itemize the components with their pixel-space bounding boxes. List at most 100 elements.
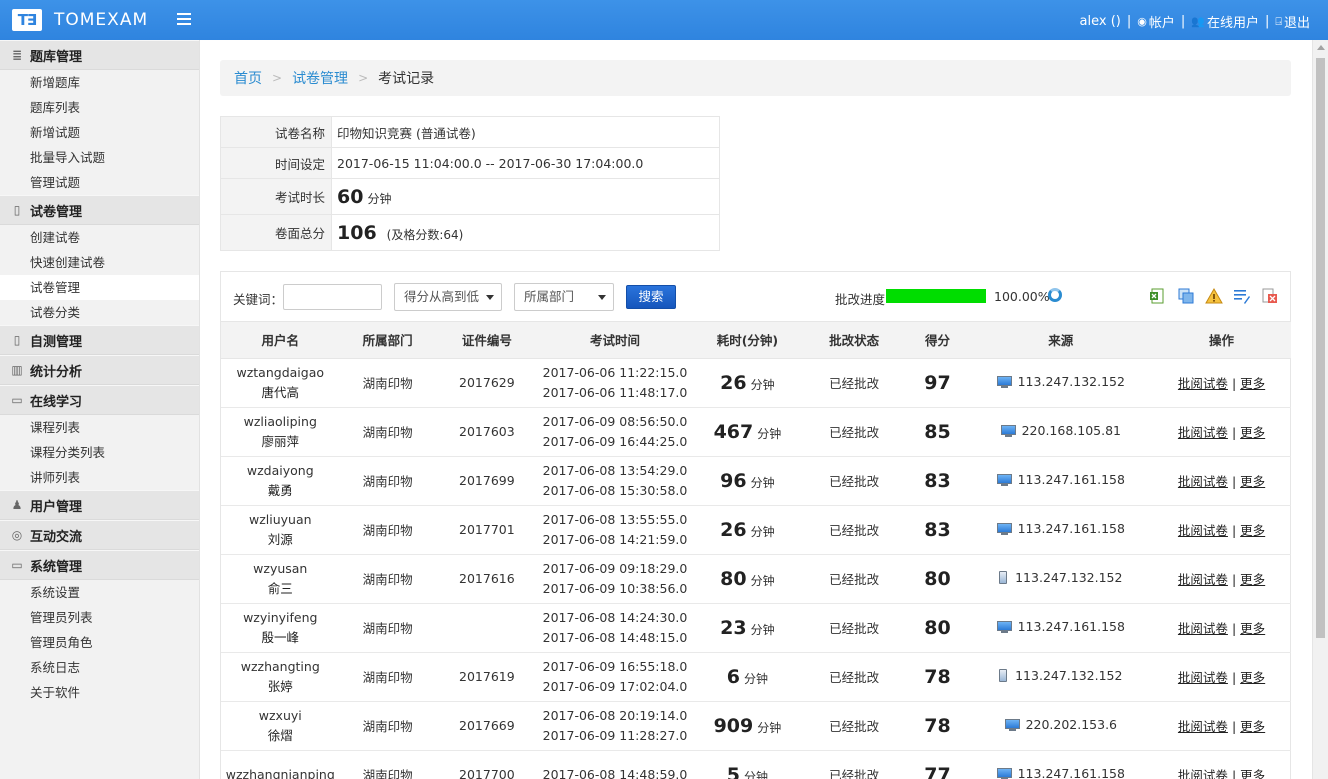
menu-toggle-icon[interactable] (177, 10, 191, 30)
breadcrumb-home[interactable]: 首页 (234, 68, 262, 88)
sidebar-item[interactable]: 讲师列表 (0, 465, 199, 490)
computer-icon (996, 473, 1012, 486)
table-row: wzliuyuan 刘源 湖南印物 2017701 2017-06-08 13:55:5… (221, 505, 1291, 555)
sort-select[interactable]: 得分从高到低 (394, 283, 502, 311)
more-link[interactable]: 更多 (1240, 425, 1265, 440)
sidebar-item[interactable]: 新增题库 (0, 70, 199, 95)
id-number: 2017699 (435, 456, 539, 506)
review-exam-link[interactable]: 批阅试卷 (1178, 621, 1228, 636)
copy-icon[interactable] (1177, 287, 1195, 305)
sidebar-item[interactable]: 系统日志 (0, 655, 199, 680)
scroll-thumb[interactable] (1316, 58, 1325, 638)
review-exam-link[interactable]: 批阅试卷 (1178, 719, 1228, 734)
review-exam-link[interactable]: 批阅试卷 (1178, 474, 1228, 489)
column-header[interactable]: 考试时间 (538, 322, 692, 359)
delete-icon[interactable] (1261, 287, 1279, 305)
source-cell: 113.247.132.152 (969, 554, 1153, 604)
app-logo[interactable]: T∃ (12, 9, 42, 31)
breadcrumb-current: 考试记录 (378, 71, 435, 87)
sidebar-item[interactable]: 管理员列表 (0, 605, 199, 630)
refresh-icon[interactable] (1048, 288, 1062, 302)
sidebar-group[interactable]: ▯ 自测管理 (0, 325, 199, 355)
column-header[interactable]: 耗时(分钟) (691, 322, 803, 359)
warning-icon[interactable] (1205, 287, 1223, 305)
app-name[interactable]: TOMEXAM (54, 9, 148, 31)
column-header[interactable]: 来源 (969, 322, 1153, 359)
operations-cell: 批阅试卷 | 更多 (1152, 701, 1291, 751)
sidebar-item[interactable]: 系统设置 (0, 580, 199, 605)
user-cell: wzzhangnianping (221, 750, 340, 779)
scroll-up-arrow-icon[interactable] (1317, 45, 1325, 50)
column-header[interactable]: 证件编号 (435, 322, 539, 359)
sidebar-group[interactable]: ≣ 题库管理 (0, 40, 199, 70)
account-link[interactable]: ◉ 帐户 (1137, 12, 1175, 31)
column-header[interactable]: 用户名 (221, 322, 340, 359)
ip-address: 220.168.105.81 (1021, 423, 1121, 439)
department: 湖南印物 (339, 358, 436, 408)
grading-progress-bar (886, 289, 986, 303)
score-cell: 83 (905, 505, 970, 555)
review-exam-link[interactable]: 批阅试卷 (1178, 523, 1228, 538)
sidebar-item[interactable]: 关于软件 (0, 680, 199, 705)
sidebar-group[interactable]: ▭ 在线学习 (0, 385, 199, 415)
sidebar: ≣ 题库管理 新增题库 题库列表 新增试题 批量导入试题 管理试题 ▯ 试卷管理 创建试卷 快速创建… (0, 40, 200, 779)
column-header[interactable]: 得分 (905, 322, 970, 359)
separator: | (1264, 14, 1270, 29)
sidebar-group[interactable]: ▯ 试卷管理 (0, 195, 199, 225)
computer-icon (996, 375, 1012, 388)
sidebar-item[interactable]: 题库列表 (0, 95, 199, 120)
sidebar-item[interactable]: 快速创建试卷 (0, 250, 199, 275)
total-score-value: 106 (337, 221, 377, 244)
sidebar-item[interactable]: 管理员角色 (0, 630, 199, 655)
breadcrumb-parent[interactable]: 试卷管理 (292, 68, 348, 88)
sidebar-group[interactable]: ◎ 互动交流 (0, 520, 199, 550)
sidebar-item[interactable]: 管理试题 (0, 170, 199, 195)
online-users-link[interactable]: 👥 在线用户 (1191, 12, 1259, 31)
column-header[interactable]: 所属部门 (339, 322, 436, 359)
sidebar-group[interactable]: ♟ 用户管理 (0, 490, 199, 520)
duration-value: 467 (713, 420, 754, 443)
review-exam-link[interactable]: 批阅试卷 (1178, 376, 1228, 391)
more-link[interactable]: 更多 (1240, 621, 1265, 636)
more-link[interactable]: 更多 (1240, 523, 1265, 538)
column-header[interactable]: 批改状态 (802, 322, 906, 359)
user-cell: wzdaiyong 戴勇 (221, 456, 340, 506)
review-exam-link[interactable]: 批阅试卷 (1178, 572, 1228, 587)
more-link[interactable]: 更多 (1240, 572, 1265, 587)
table-row: wzyusan 俞三 湖南印物 2017616 2017-06-09 09:18:29.… (221, 554, 1291, 604)
sidebar-item[interactable]: 课程分类列表 (0, 440, 199, 465)
separator: | (1231, 572, 1237, 587)
review-exam-link[interactable]: 批阅试卷 (1178, 768, 1228, 779)
sidebar-item[interactable]: 批量导入试题 (0, 145, 199, 170)
department-select[interactable]: 所属部门 (514, 283, 614, 311)
start-time: 2017-06-08 13:55:55.0 (542, 511, 688, 527)
source: 113.247.161.158 (996, 619, 1125, 634)
review-exam-link[interactable]: 批阅试卷 (1178, 670, 1228, 685)
list-edit-icon[interactable] (1233, 287, 1251, 305)
sidebar-group[interactable]: ▥ 统计分析 (0, 355, 199, 385)
sidebar-group-label: 题库管理 (30, 49, 83, 65)
sidebar-item[interactable]: 创建试卷 (0, 225, 199, 250)
sidebar-item[interactable]: 试卷分类 (0, 300, 199, 325)
sidebar-group[interactable]: ▭ 系统管理 (0, 550, 199, 580)
logout-link[interactable]: ⍈ 退出 (1275, 12, 1310, 32)
real-name: 徐熠 (267, 727, 293, 743)
id-number: 2017629 (435, 358, 539, 408)
page-scrollbar[interactable] (1312, 40, 1328, 779)
end-time: 2017-06-06 11:48:17.0 (542, 384, 688, 400)
duration-value: 80 (720, 567, 747, 590)
column-header[interactable]: 操作 (1152, 322, 1291, 359)
more-link[interactable]: 更多 (1240, 768, 1265, 779)
sidebar-item[interactable]: 课程列表 (0, 415, 199, 440)
search-button[interactable]: 搜索 (626, 285, 676, 309)
sidebar-item[interactable]: 试卷管理 (0, 275, 199, 300)
more-link[interactable]: 更多 (1240, 719, 1265, 734)
more-link[interactable]: 更多 (1240, 376, 1265, 391)
sidebar-item[interactable]: 新增试题 (0, 120, 199, 145)
export-excel-icon[interactable] (1149, 287, 1167, 305)
separator: | (1180, 14, 1186, 29)
more-link[interactable]: 更多 (1240, 670, 1265, 685)
keyword-input[interactable] (283, 284, 382, 310)
review-exam-link[interactable]: 批阅试卷 (1178, 425, 1228, 440)
more-link[interactable]: 更多 (1240, 474, 1265, 489)
